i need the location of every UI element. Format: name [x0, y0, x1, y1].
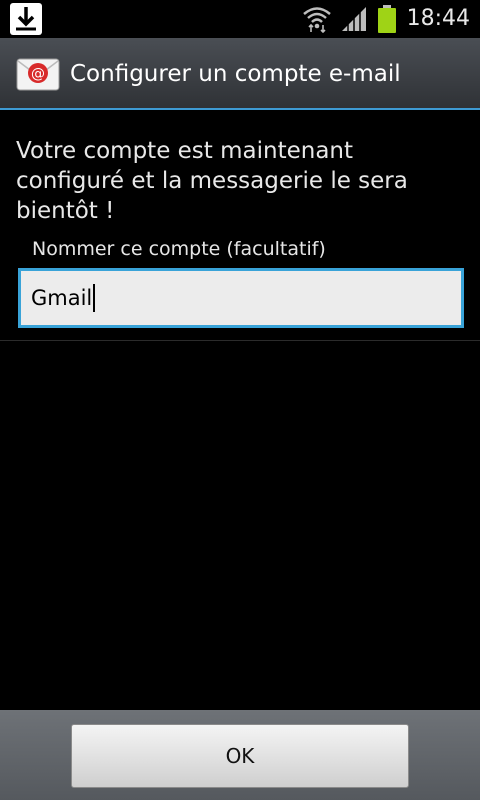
button-bar: OK [0, 710, 480, 800]
clock: 18:44 [406, 6, 470, 31]
battery-icon [378, 5, 396, 33]
wifi-icon [303, 7, 331, 33]
text-cursor [93, 284, 96, 312]
account-name-input[interactable]: Gmail [18, 268, 464, 328]
account-name-value: Gmail [31, 286, 93, 310]
title-bar: @ Configurer un compte e-mail [0, 38, 480, 110]
email-app-icon: @ [16, 56, 60, 92]
account-name-label: Nommer ce compte (facultatif) [32, 238, 326, 260]
ok-button-label: OK [225, 744, 255, 768]
ok-button[interactable]: OK [71, 724, 409, 788]
page-title: Configurer un compte e-mail [70, 61, 401, 87]
svg-text:@: @ [31, 66, 45, 82]
status-bar: 18:44 [0, 0, 480, 38]
divider [0, 340, 480, 341]
signal-icon [342, 7, 366, 31]
setup-complete-message: Votre compte est maintenant configuré et… [16, 138, 408, 224]
download-notification-icon[interactable] [10, 3, 42, 35]
